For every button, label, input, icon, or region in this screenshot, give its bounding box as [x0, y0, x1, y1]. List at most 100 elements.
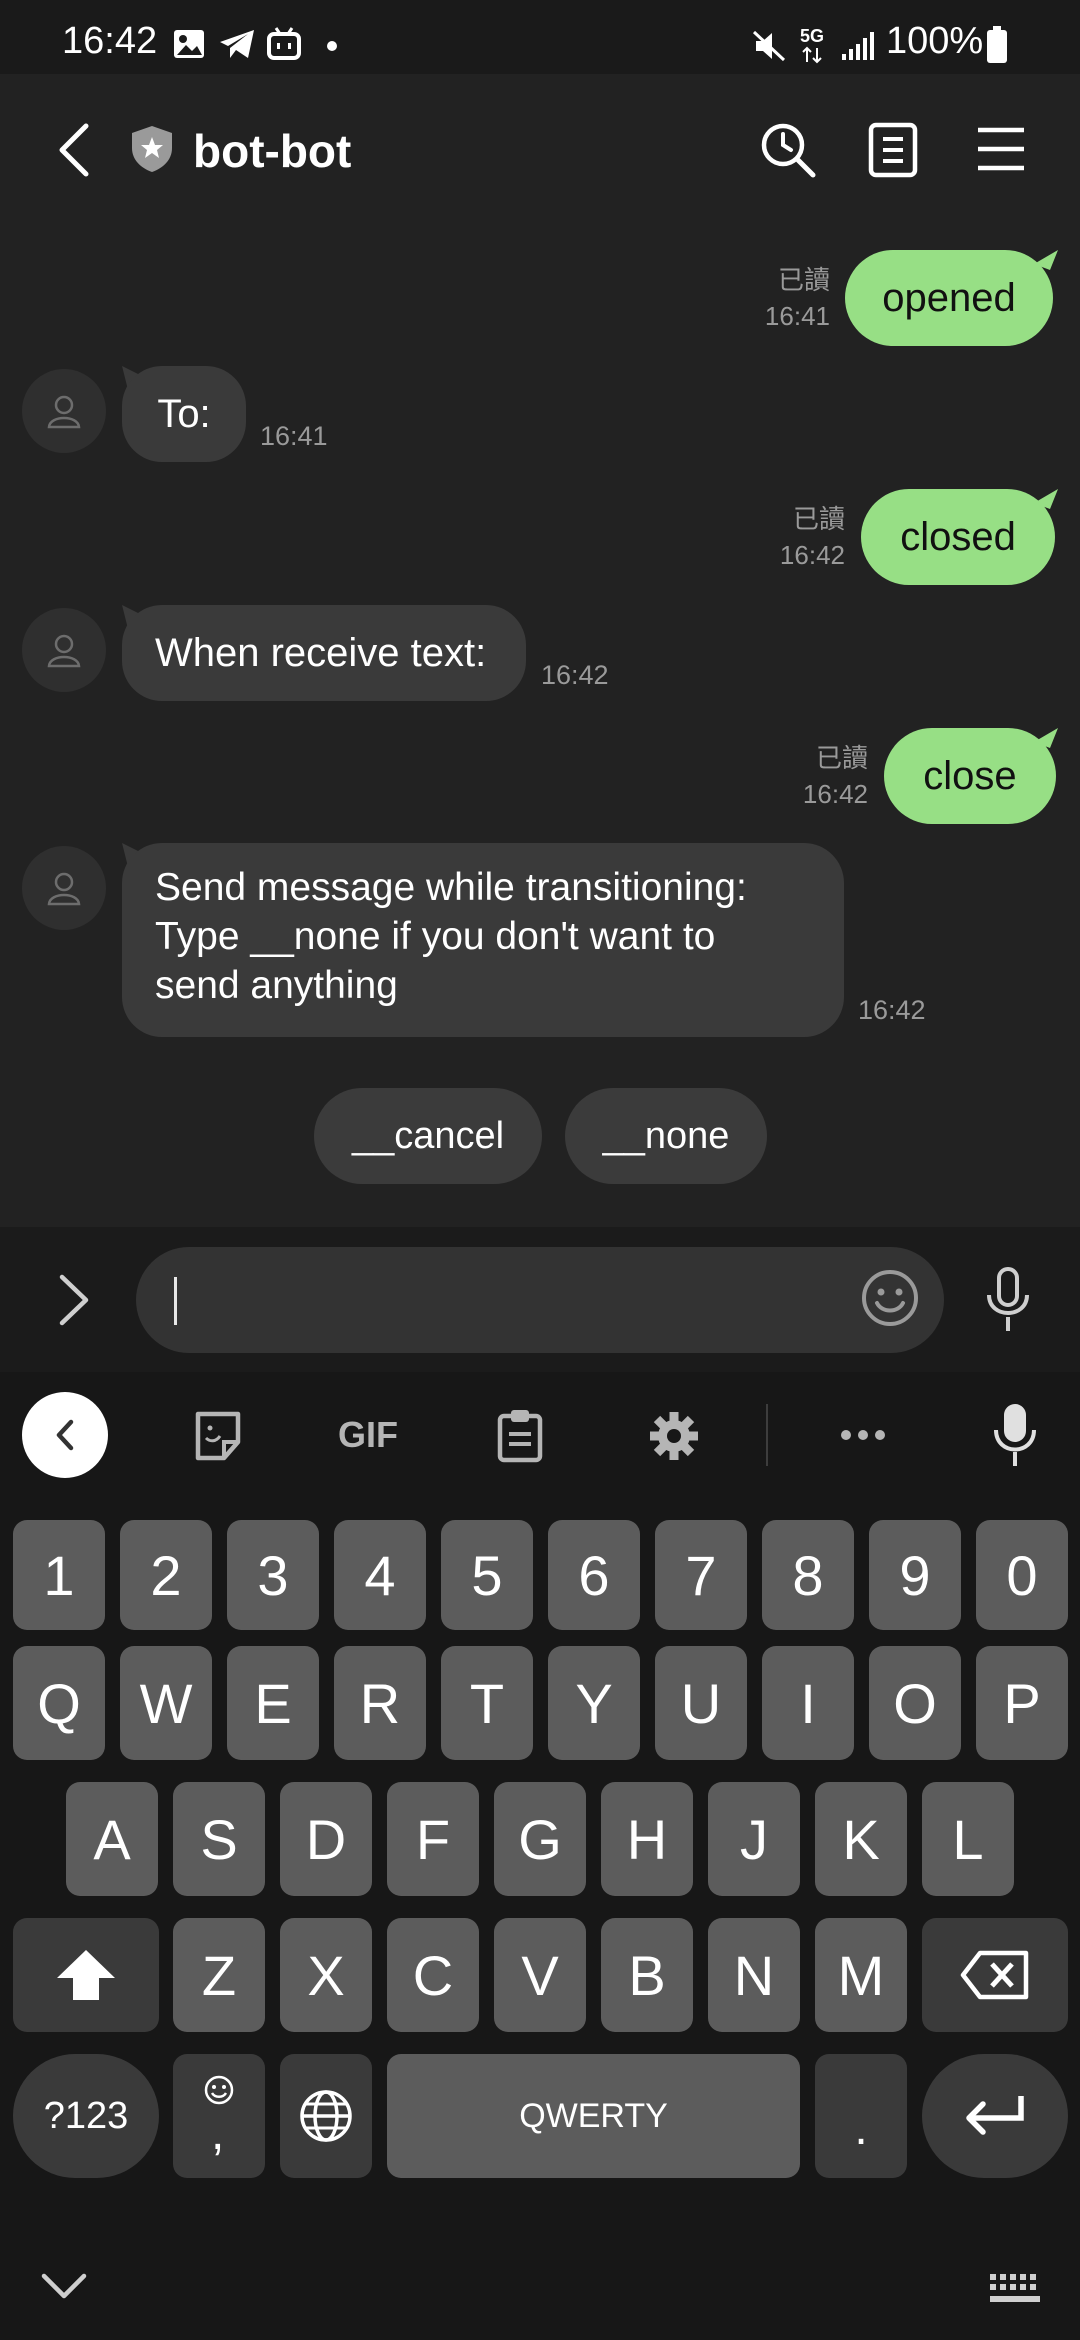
key-u[interactable]: U [655, 1646, 747, 1760]
key-o[interactable]: O [869, 1646, 961, 1760]
bubble-tail [1034, 728, 1058, 748]
keyboard: GIF 1 2 3 4 5 6 7 8 9 0 Q W E R T Y U I … [0, 1372, 1080, 2340]
key-0[interactable]: 0 [976, 1520, 1068, 1630]
shift-key[interactable] [13, 1918, 159, 2032]
sticker-icon[interactable] [192, 1410, 244, 1462]
signal-icon [842, 32, 874, 60]
outgoing-message[interactable]: closed [861, 489, 1055, 585]
bilibili-icon [267, 27, 301, 60]
key-d[interactable]: D [280, 1782, 372, 1896]
search-history-icon[interactable] [760, 122, 816, 178]
clipboard-icon[interactable] [496, 1408, 544, 1464]
data-arrows-icon [802, 46, 822, 64]
notes-icon[interactable] [868, 122, 918, 178]
user-icon [47, 634, 81, 668]
key-e[interactable]: E [227, 1646, 319, 1760]
message-composer [0, 1227, 1080, 1372]
key-v[interactable]: V [494, 1918, 586, 2032]
key-k[interactable]: K [815, 1782, 907, 1896]
hide-keyboard-icon[interactable] [40, 2272, 88, 2302]
key-j[interactable]: J [708, 1782, 800, 1896]
message-line: Send message while transitioning: [155, 866, 747, 909]
emoji-small-icon [204, 2075, 234, 2105]
message-time: 16:42 [802, 779, 868, 809]
keyboard-collapse-button[interactable] [22, 1392, 108, 1478]
status-time: 16:42 [62, 20, 158, 62]
key-z[interactable]: Z [173, 1918, 265, 2032]
language-key[interactable] [280, 2054, 372, 2178]
key-l[interactable]: L [922, 1782, 1014, 1896]
backspace-key[interactable] [922, 1918, 1068, 2032]
key-6[interactable]: 6 [548, 1520, 640, 1630]
key-n[interactable]: N [708, 1918, 800, 2032]
key-w[interactable]: W [120, 1646, 212, 1760]
official-shield-icon [132, 126, 172, 172]
keyboard-switch-icon[interactable] [988, 2272, 1042, 2306]
gallery-icon [174, 30, 204, 58]
quick-reply-cancel[interactable]: __cancel [314, 1088, 542, 1184]
outgoing-message[interactable]: close [884, 728, 1056, 824]
key-4[interactable]: 4 [334, 1520, 426, 1630]
key-9[interactable]: 9 [869, 1520, 961, 1630]
key-m[interactable]: M [815, 1918, 907, 2032]
message-time: 16:42 [858, 995, 926, 1025]
battery-percent: 100% [886, 20, 984, 62]
back-arrow-icon[interactable] [54, 122, 94, 178]
voice-input-icon[interactable] [992, 1402, 1038, 1468]
network-type: 5G [800, 26, 825, 46]
key-3[interactable]: 3 [227, 1520, 319, 1630]
key-i[interactable]: I [762, 1646, 854, 1760]
incoming-message[interactable]: Send message while transitioning: Type _… [122, 843, 844, 1037]
incoming-message[interactable]: When receive text: [122, 605, 526, 701]
avatar[interactable] [22, 608, 106, 692]
key-t[interactable]: T [441, 1646, 533, 1760]
message-time: 16:42 [541, 660, 609, 690]
symbols-key[interactable]: ?123 [13, 2054, 159, 2178]
backspace-icon [960, 1950, 1029, 2000]
message-list[interactable]: 已讀 16:41 opened To: 16:41 已讀 16:42 close… [0, 224, 1080, 1227]
comma-label: , [211, 2107, 225, 2160]
message-meta: 已讀 16:41 [740, 262, 830, 334]
key-1[interactable]: 1 [13, 1520, 105, 1630]
enter-key[interactable] [922, 2054, 1068, 2178]
key-2[interactable]: 2 [120, 1520, 212, 1630]
comma-key[interactable]: , [173, 2054, 265, 2178]
gear-icon[interactable] [648, 1410, 700, 1462]
key-7[interactable]: 7 [655, 1520, 747, 1630]
outgoing-message[interactable]: opened [845, 250, 1053, 346]
incoming-message[interactable]: To: [122, 366, 246, 462]
key-q[interactable]: Q [13, 1646, 105, 1760]
period-key[interactable]: . [815, 2054, 907, 2178]
avatar[interactable] [22, 369, 106, 453]
emoji-icon[interactable] [860, 1268, 920, 1328]
menu-icon[interactable] [976, 126, 1026, 172]
key-p[interactable]: P [976, 1646, 1068, 1760]
key-g[interactable]: G [494, 1782, 586, 1896]
shift-icon [57, 1950, 115, 2000]
avatar[interactable] [22, 846, 106, 930]
space-key[interactable]: QWERTY [387, 2054, 800, 2178]
more-icon[interactable] [840, 1428, 886, 1442]
quick-reply-none[interactable]: __none [565, 1088, 767, 1184]
key-s[interactable]: S [173, 1782, 265, 1896]
key-a[interactable]: A [66, 1782, 158, 1896]
key-c[interactable]: C [387, 1918, 479, 2032]
key-8[interactable]: 8 [762, 1520, 854, 1630]
key-y[interactable]: Y [548, 1646, 640, 1760]
status-bar: 16:42 5G 100% [0, 0, 1080, 74]
gif-button[interactable]: GIF [338, 1414, 398, 1456]
key-b[interactable]: B [601, 1918, 693, 2032]
key-r[interactable]: R [334, 1646, 426, 1760]
key-h[interactable]: H [601, 1782, 693, 1896]
enter-icon [966, 2096, 1024, 2135]
key-x[interactable]: X [280, 1918, 372, 2032]
notification-dot-icon [327, 41, 337, 51]
chevron-left-icon [56, 1419, 74, 1451]
key-5[interactable]: 5 [441, 1520, 533, 1630]
expand-arrow-icon[interactable] [58, 1273, 92, 1327]
microphone-icon[interactable] [985, 1267, 1031, 1333]
bubble-tail [1034, 489, 1058, 509]
message-input[interactable] [136, 1247, 944, 1353]
read-receipt: 已讀 [792, 504, 845, 534]
key-f[interactable]: F [387, 1782, 479, 1896]
